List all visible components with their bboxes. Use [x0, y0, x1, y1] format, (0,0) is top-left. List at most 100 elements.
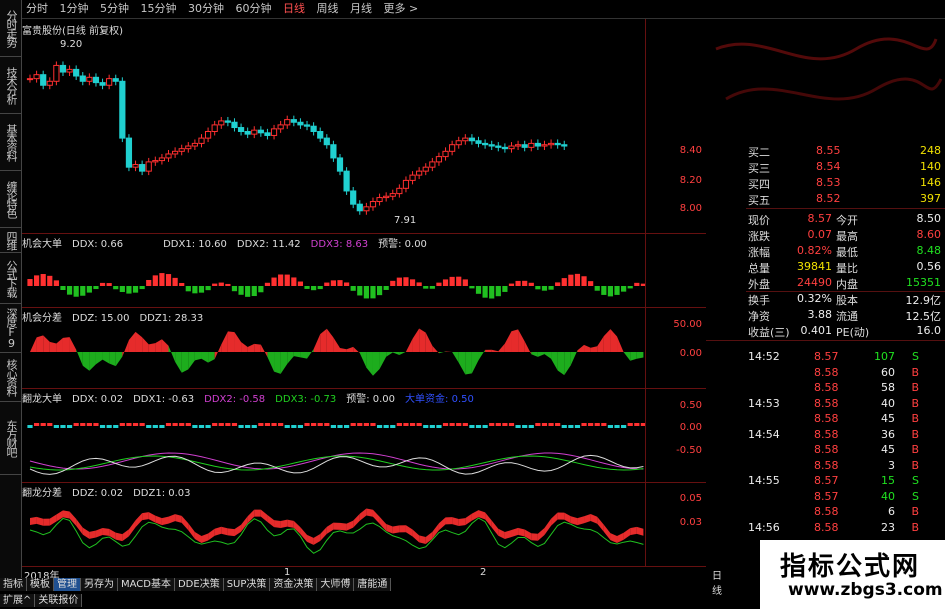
kline-panel[interactable]: 富贵股份(日线 前复权) 8.40 8.20 8.00 9.20 7.91 [22, 19, 706, 234]
kline-candle [224, 120, 231, 123]
tf-30min[interactable]: 30分钟 [184, 0, 228, 18]
dragon-ddx-bar [47, 423, 53, 426]
ddx-bar [60, 286, 66, 291]
dragon-ddz-band [30, 516, 37, 525]
dragon-ddz-band [419, 535, 426, 545]
order-book-row[interactable]: 买二 8.55 248 [706, 143, 945, 159]
left-tab-basic[interactable]: 基本资料 [0, 114, 21, 171]
ddx-bar [291, 277, 297, 286]
btab-indicator[interactable]: 指标 [0, 578, 27, 591]
ddz-panel[interactable]: 机会分差 DDZ: 15.00 DDZ1: 28.33 50.00 0.00 [22, 308, 706, 389]
kline-candle [310, 125, 317, 133]
tf-5min[interactable]: 5分钟 [96, 0, 133, 18]
left-tab-core[interactable]: 核心资料 [0, 353, 21, 402]
tf-daily[interactable]: 日线 [279, 0, 309, 18]
btab-expand[interactable]: 扩展^ [0, 594, 36, 607]
kline-chart[interactable] [22, 19, 706, 233]
tick-side: S [912, 489, 919, 503]
left-tab-chanlun[interactable]: 缠论特色 [0, 171, 21, 228]
tick-row: 8.58 3 B [706, 458, 945, 474]
tf-more[interactable]: 更多 > [380, 0, 423, 18]
ddx-bar [522, 280, 528, 286]
left-tab-fenshi[interactable]: 分时走势 [0, 0, 21, 57]
btab-related[interactable]: 关联报价 [35, 594, 83, 607]
ddz-area [564, 352, 571, 376]
dragon-ddz-band [201, 533, 209, 544]
dragon-ddz-band [531, 533, 538, 541]
dragon-ddx-bar [495, 423, 501, 426]
btab-template[interactable]: 模板 [27, 578, 54, 591]
dragon-ddz-band [399, 525, 406, 533]
quote-label-2: 最低 [836, 246, 858, 259]
dragon-ddz-band [425, 531, 433, 545]
tick-price: 8.58 [814, 443, 839, 456]
ddz-area [386, 352, 393, 357]
tick-side: S [912, 474, 919, 487]
btab-saveas[interactable]: 另存为 [81, 578, 118, 591]
btab-fund[interactable]: 资金决策 [270, 578, 318, 591]
left-tab-formula[interactable]: 公式下载 [0, 253, 21, 304]
tick-row: 14:56 8.58 23 B [706, 520, 945, 536]
dragon-ddx2-value: DDX2: -0.58 [204, 394, 266, 405]
tick-row: 8.58 45 B [706, 442, 945, 458]
dragon-ddz-band [287, 519, 294, 528]
ddz-area [148, 343, 156, 352]
bottom-secondary-bar: 扩展^ 关联报价 [0, 594, 700, 609]
ddx-bar [508, 283, 515, 286]
ddx-bar [456, 276, 462, 286]
kline-candle [244, 131, 251, 135]
ddz-area [122, 339, 129, 357]
ddx-bar [278, 274, 284, 286]
dragon-ddx-bar [126, 423, 132, 426]
left-tab-guba[interactable]: 东方财吧 [0, 402, 21, 475]
dragon-ddz-band [254, 509, 261, 517]
ddz-area [584, 344, 591, 352]
btab-sup[interactable]: SUP决策 [223, 578, 271, 591]
kline-candle [139, 164, 146, 172]
ddz-area [498, 343, 505, 352]
tf-monthly[interactable]: 月线 [346, 0, 376, 18]
quote-value-1: 8.57 [807, 212, 833, 225]
ddx-bar [555, 282, 561, 286]
left-tab-f9[interactable]: 深度F9 [0, 304, 21, 353]
ddz-area [570, 350, 578, 366]
left-tab-tech[interactable]: 技术分析 [0, 57, 21, 114]
kline-y-label-1: 8.40 [679, 145, 702, 156]
ddx-bar [106, 283, 112, 286]
dragon-ddx-bar [284, 425, 290, 428]
ddx-bar [482, 286, 488, 298]
dragon-ddx-panel[interactable]: 翻龙大单 DDX: 0.02 DDX1: -0.63 DDX2: -0.58 DDX3:… [22, 389, 706, 483]
ddz-area [544, 352, 552, 359]
tf-60min[interactable]: 60分钟 [232, 0, 276, 18]
dragon-ddz-band [148, 512, 156, 523]
tick-price: 8.57 [814, 474, 839, 487]
ddz-area [128, 331, 136, 352]
btab-tang[interactable]: 唐能通 [354, 578, 392, 591]
tf-1min[interactable]: 1分钟 [56, 0, 93, 18]
order-book-row[interactable]: 买五 8.52 397 [706, 191, 945, 207]
tf-weekly[interactable]: 周线 [313, 0, 343, 18]
tf-minute[interactable]: 分时 [22, 0, 52, 18]
tick-side: B [911, 458, 919, 472]
order-book-row[interactable]: 买三 8.54 140 [706, 159, 945, 175]
btab-manage[interactable]: 管理 [54, 578, 81, 591]
ddx-label: 机会大单 [22, 239, 62, 250]
btab-master[interactable]: 大师傅 [317, 578, 355, 591]
ddx-bar [40, 274, 46, 286]
ddx-bar [53, 280, 59, 286]
ddx-bar [205, 286, 211, 291]
tf-15min[interactable]: 15分钟 [137, 0, 181, 18]
dragon-ddz-panel[interactable]: 翻龙分差 DDZ: 0.02 DDZ1: 0.03 0.05 0.03 [22, 483, 706, 567]
dragon-ddx-bar [317, 423, 323, 426]
ddx-bar [212, 283, 218, 286]
ddx-panel[interactable]: 机会大单 DDX: 0.66 DDX1: 10.60 DDX2: 11.42 DDX3:… [22, 234, 706, 308]
quote-value-2: 8.60 [916, 228, 942, 241]
quote-value-2: 0.56 [916, 260, 942, 273]
ddz-area [617, 336, 624, 353]
dragon-ddz-band [478, 510, 486, 520]
order-book-row[interactable]: 买四 8.53 146 [706, 175, 945, 191]
left-tab-siwei[interactable]: 四维 [0, 228, 21, 253]
kline-candle [92, 76, 100, 84]
btab-dde[interactable]: DDE决策 [174, 578, 224, 591]
btab-macd[interactable]: MACD基本 [118, 578, 175, 591]
